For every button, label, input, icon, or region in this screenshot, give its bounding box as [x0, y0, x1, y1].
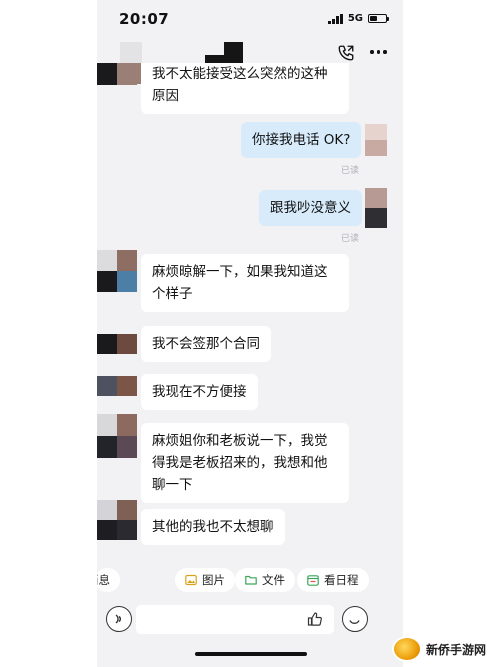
message-input[interactable]: [136, 605, 334, 634]
site-watermark: 新侨手游网: [394, 635, 492, 663]
sender-avatar: [97, 334, 137, 354]
my-avatar: [365, 124, 387, 156]
home-indicator: [195, 652, 307, 656]
toolbar-calendar-button[interactable]: 看日程: [297, 568, 369, 592]
chat-screen: 20:07 5G 我不太能接受这么突然的这种 原因 你接我电话 OK? 已读 跟…: [97, 0, 403, 667]
toolbar-message-label: 消息: [97, 573, 110, 587]
battery-icon: [368, 14, 389, 23]
voice-input-button[interactable]: [106, 606, 132, 632]
message-bubble-incoming: 我不太能接受这么突然的这种 原因: [141, 63, 349, 114]
sender-avatar: [97, 63, 137, 85]
image-icon: [185, 574, 197, 586]
status-indicators: 5G: [328, 13, 389, 24]
my-avatar: [365, 188, 387, 228]
message-bubble-incoming: 我不会签那个合同: [141, 326, 271, 362]
sender-avatar: [97, 250, 137, 292]
emoji-button[interactable]: [342, 606, 368, 632]
read-receipt: 已读: [341, 234, 360, 244]
quick-toolbar: 消息 图片 文件 看日程: [97, 566, 403, 594]
message-bubble-outgoing: 跟我吵没意义: [259, 190, 362, 226]
more-options-icon[interactable]: [370, 50, 387, 54]
sender-avatar: [97, 376, 137, 396]
toolbar-message-button[interactable]: 消息: [97, 568, 120, 592]
message-bubble-incoming: 麻烦晾解一下，如果我知道这 个样子: [141, 254, 349, 312]
message-bubble-incoming: 其他的我也不太想聊: [141, 509, 285, 545]
message-bubble-incoming: 麻烦姐你和老板说一下，我觉 得我是老板招来的，我想和他 聊一下: [141, 423, 349, 503]
message-bubble-outgoing: 你接我电话 OK?: [241, 122, 362, 158]
phone-call-icon[interactable]: [337, 44, 355, 62]
sender-avatar: [97, 414, 137, 458]
toolbar-file-label: 文件: [262, 573, 285, 587]
emoji-icon: [349, 620, 360, 624]
watermark-text: 新侨手游网: [423, 639, 490, 659]
calendar-icon: [307, 575, 319, 586]
toolbar-image-button[interactable]: 图片: [175, 568, 235, 592]
message-bubble-incoming: 我现在不方便接: [141, 374, 258, 410]
watermark-logo: [394, 638, 420, 660]
signal-icon: [328, 13, 343, 24]
thumbs-up-icon[interactable]: [307, 611, 323, 627]
read-receipt: 已读: [341, 166, 360, 176]
folder-icon: [245, 575, 257, 585]
network-label: 5G: [347, 13, 363, 24]
toolbar-image-label: 图片: [202, 573, 225, 587]
toolbar-file-button[interactable]: 文件: [235, 568, 295, 592]
toolbar-calendar-label: 看日程: [324, 573, 359, 587]
voice-icon: [115, 614, 121, 624]
sender-avatar: [97, 500, 137, 540]
status-bar: 20:07 5G: [97, 0, 403, 38]
status-time: 20:07: [119, 10, 170, 28]
input-bar: [97, 602, 403, 638]
